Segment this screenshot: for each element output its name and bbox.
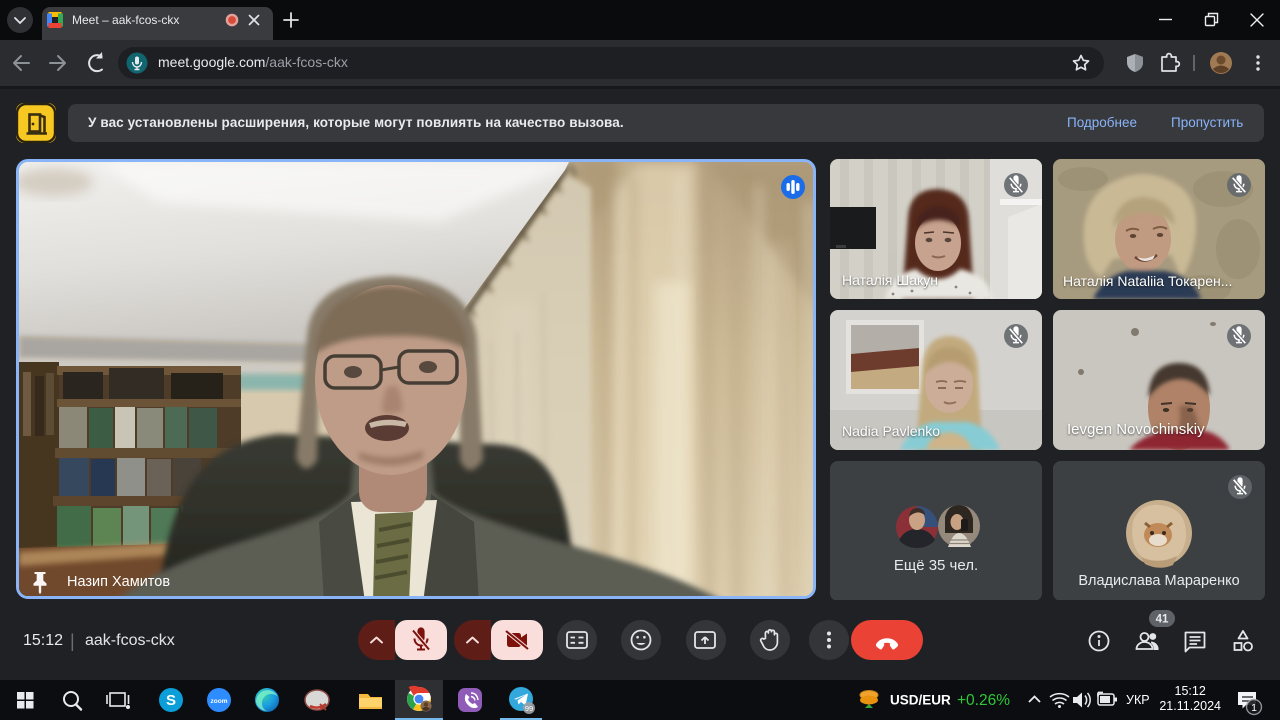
svg-text:Наталія Nataliia Токарен...: Наталія Nataliia Токарен... [1063,273,1232,289]
svg-text:Ещё 35 чел.: Ещё 35 чел. [894,557,978,574]
svg-text:Наталія Шакун: Наталія Шакун [842,272,938,288]
svg-text:Владислава Мараренко: Владислава Мараренко [1078,573,1239,589]
svg-text:Назип Хамитов: Назип Хамитов [67,574,170,590]
svg-text:zoom: zoom [211,698,228,705]
svg-text:41: 41 [1156,614,1169,626]
svg-text:+0.26%: +0.26% [957,692,1010,709]
svg-text:99: 99 [525,704,533,713]
svg-text:Nadia Pavlenko: Nadia Pavlenko [842,423,940,439]
svg-text:S: S [166,692,176,709]
svg-text:1: 1 [1251,702,1257,714]
svg-text:Ievgen Novochinskiy: Ievgen Novochinskiy [1067,421,1205,438]
svg-text:УКР: УКР [1126,693,1150,707]
svg-text:USD/EUR: USD/EUR [890,693,951,708]
